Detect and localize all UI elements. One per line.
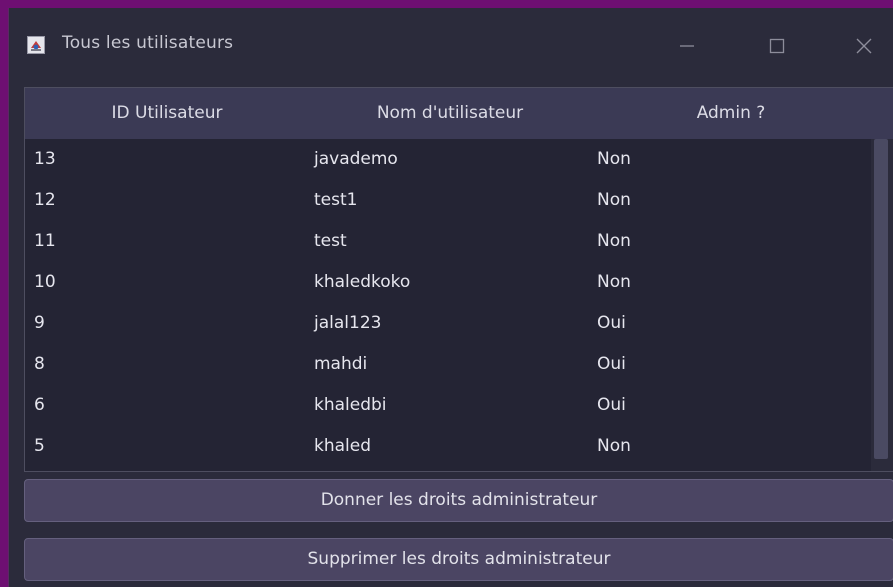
cell-username: test1 — [314, 190, 358, 210]
minimize-icon — [680, 45, 694, 47]
cell-id: 8 — [34, 354, 45, 374]
table-body: 13 javademo Non 12 test1 Non 11 test Non… — [25, 139, 871, 467]
cell-username: jalal123 — [314, 313, 382, 333]
revoke-admin-button[interactable]: Supprimer les droits administrateur — [24, 538, 893, 581]
table-row[interactable]: 10 khaledkoko Non — [25, 262, 871, 303]
window-title: Tous les utilisateurs — [62, 33, 234, 53]
cell-username: khaledkoko — [314, 272, 411, 292]
close-button[interactable] — [841, 26, 887, 66]
table-row[interactable]: 8 mahdi Oui — [25, 344, 871, 385]
cell-username: javademo — [314, 149, 398, 169]
table-row[interactable]: 6 khaledbi Oui — [25, 385, 871, 426]
table-row[interactable]: 9 jalal123 Oui — [25, 303, 871, 344]
cell-admin: Non — [597, 190, 631, 210]
cell-id: 6 — [34, 395, 45, 415]
cell-username: mahdi — [314, 354, 368, 374]
cell-id: 12 — [34, 190, 56, 210]
minimize-button[interactable] — [664, 26, 710, 66]
maximize-button[interactable] — [754, 26, 800, 66]
column-header-username[interactable]: Nom d'utilisateur — [309, 88, 591, 139]
cell-admin: Non — [597, 272, 631, 292]
cell-id: 5 — [34, 436, 45, 456]
cell-id: 9 — [34, 313, 45, 333]
java-app-icon — [27, 36, 45, 54]
title-bar[interactable]: Tous les utilisateurs — [9, 8, 893, 80]
cell-username: test — [314, 231, 347, 251]
table-header: ID Utilisateur Nom d'utilisateur Admin ? — [25, 88, 893, 139]
close-icon — [856, 38, 872, 54]
cell-id: 13 — [34, 149, 56, 169]
cell-admin: Oui — [597, 354, 626, 374]
cell-id: 10 — [34, 272, 56, 292]
cell-id: 11 — [34, 231, 56, 251]
scrollbar-thumb[interactable] — [874, 139, 888, 459]
table-row[interactable]: 11 test Non — [25, 221, 871, 262]
cell-admin: Non — [597, 436, 631, 456]
table-row[interactable]: 13 javademo Non — [25, 139, 871, 180]
table-row[interactable]: 5 khaled Non — [25, 426, 871, 467]
column-header-admin[interactable]: Admin ? — [591, 88, 871, 139]
cell-admin: Non — [597, 149, 631, 169]
cell-admin: Oui — [597, 313, 626, 333]
column-header-id[interactable]: ID Utilisateur — [25, 88, 309, 139]
cell-admin: Oui — [597, 395, 626, 415]
users-window: Tous les utilisateurs ID Utilisateur Nom… — [8, 8, 893, 587]
cell-username: khaledbi — [314, 395, 387, 415]
table-row[interactable]: 12 test1 Non — [25, 180, 871, 221]
users-table[interactable]: ID Utilisateur Nom d'utilisateur Admin ?… — [24, 87, 893, 472]
cell-admin: Non — [597, 231, 631, 251]
grant-admin-button[interactable]: Donner les droits administrateur — [24, 479, 893, 522]
maximize-icon — [769, 38, 785, 54]
cell-username: khaled — [314, 436, 372, 456]
